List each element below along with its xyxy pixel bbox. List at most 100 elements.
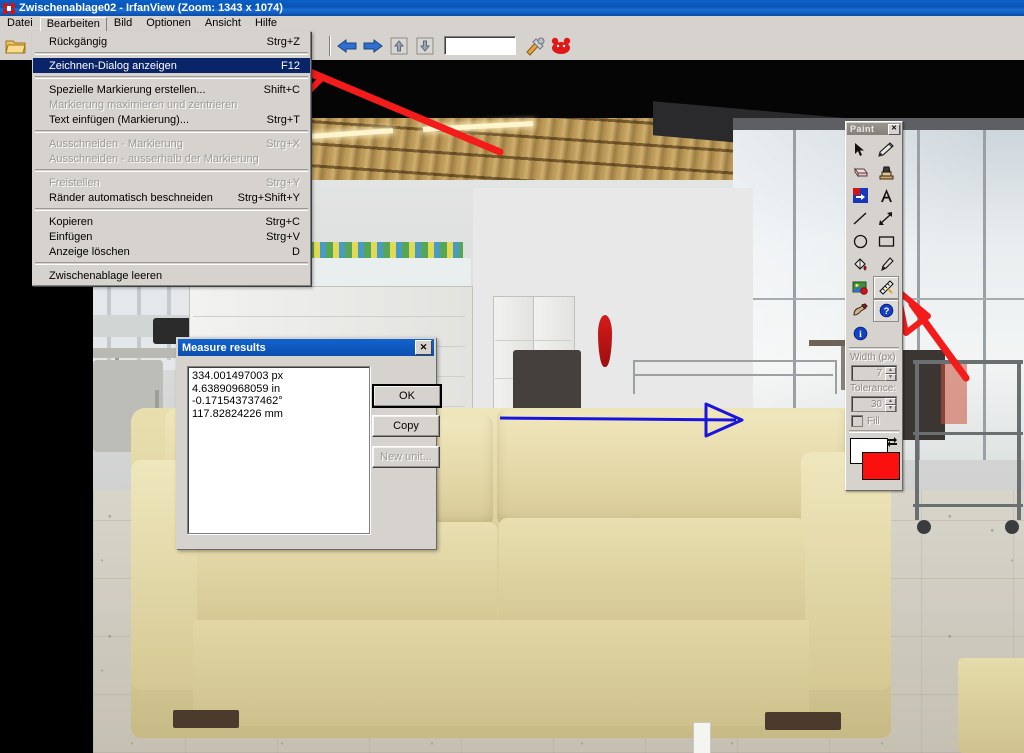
menu-item-label: Freistellen xyxy=(49,176,100,189)
paint-panel-title-bar[interactable]: Paint ✕ xyxy=(847,123,901,135)
paint-toolbox-panel: Paint ✕ ? i Width (px) 7 ▲ ▼ Tolerance: … xyxy=(845,121,903,491)
ok-button[interactable]: OK xyxy=(372,384,442,408)
width-stepper-arrows[interactable]: ▲ ▼ xyxy=(885,367,896,381)
color-picker-icon[interactable] xyxy=(873,253,899,276)
foreground-color-swatch[interactable] xyxy=(862,452,900,480)
line-tool-icon[interactable] xyxy=(847,207,873,230)
tolerance-stepper[interactable]: 30 ▲ ▼ xyxy=(851,396,897,412)
measure-results-dialog: Measure results ✕ 334.001497003 px 4.638… xyxy=(176,337,442,549)
menu-separator xyxy=(35,208,308,211)
stepper-up-icon[interactable]: ▲ xyxy=(885,367,896,374)
svg-text:i: i xyxy=(859,330,862,340)
fill-checkbox-row[interactable]: Fill xyxy=(846,414,902,428)
measure-tool-icon[interactable] xyxy=(873,276,899,299)
menu-item-kopieren[interactable]: Kopieren Strg+C xyxy=(33,214,310,229)
svg-text:?: ? xyxy=(883,306,889,317)
title-bar: Zwischenablage02 - IrfanView (Zoom: 1343… xyxy=(0,0,1024,16)
menu-item-label: Einfügen xyxy=(49,230,93,243)
eraser-icon[interactable] xyxy=(847,161,873,184)
result-line-mm: 117.82824226 mm xyxy=(192,407,283,420)
menu-item-label: Markierung maximieren und zentrieren xyxy=(49,98,238,111)
menu-item-spezielle-markierung-erstellen[interactable]: Spezielle Markierung erstellen... Shift+… xyxy=(33,82,310,97)
edit-dropdown-menu: Rückgängig Strg+Z Zeichnen-Dialog anzeig… xyxy=(32,31,311,286)
new-unit-button: New unit... xyxy=(372,446,440,468)
fill-checkbox[interactable] xyxy=(851,415,863,427)
menu-item-anzeige-loeschen[interactable]: Anzeige löschen D xyxy=(33,244,310,259)
menu-item-text-einfuegen-markierung[interactable]: Text einfügen (Markierung)... Strg+T xyxy=(33,112,310,127)
replace-color-icon[interactable] xyxy=(847,184,873,207)
menu-separator xyxy=(35,130,308,133)
fill-label: Fill xyxy=(867,415,880,427)
toolbar-separator xyxy=(329,35,331,56)
menu-bild[interactable]: Bild xyxy=(107,16,139,31)
width-label: Width (px) xyxy=(850,352,896,363)
menu-item-rueckgaengig[interactable]: Rückgängig Strg+Z xyxy=(33,34,310,49)
menu-ansicht[interactable]: Ansicht xyxy=(198,16,248,31)
back-arrow-icon[interactable] xyxy=(335,34,359,58)
open-folder-icon[interactable] xyxy=(4,34,28,58)
menu-item-zeichnen-dialog-anzeigen[interactable]: Zeichnen-Dialog anzeigen F12 xyxy=(33,58,310,73)
menu-bar: Datei Bearbeiten Bild Optionen Ansicht H… xyxy=(0,16,1024,32)
menu-hilfe[interactable]: Hilfe xyxy=(248,16,284,31)
width-stepper[interactable]: 7 ▲ ▼ xyxy=(851,365,897,381)
menu-item-raender-automatisch-beschneiden[interactable]: Ränder automatisch beschneiden Strg+Shif… xyxy=(33,190,310,205)
pointer-select-icon[interactable] xyxy=(847,138,873,161)
menu-separator xyxy=(35,76,308,79)
text-tool-icon[interactable] xyxy=(873,184,899,207)
result-line-angle: -0.171543737462° xyxy=(192,395,283,407)
menu-datei[interactable]: Datei xyxy=(0,16,40,31)
menu-item-accel: Strg+C xyxy=(265,215,300,228)
menu-item-label: Zwischenablage leeren xyxy=(49,269,163,282)
tolerance-value: 30 xyxy=(870,398,882,410)
tolerance-stepper-arrows[interactable]: ▲ ▼ xyxy=(885,398,896,412)
move-up-icon[interactable] xyxy=(387,34,411,58)
result-line-px: 334.001497003 px xyxy=(192,370,284,382)
blur-smudge-icon[interactable] xyxy=(847,299,873,322)
stepper-down-icon[interactable]: ▼ xyxy=(885,374,896,381)
menu-item-label: Anzeige löschen xyxy=(49,245,130,258)
menu-item-markierung-maximieren-und-zentrieren: Markierung maximieren und zentrieren xyxy=(33,97,310,112)
panel-divider xyxy=(849,430,899,433)
swap-colors-icon[interactable] xyxy=(886,436,898,448)
copy-button[interactable]: Copy xyxy=(372,415,440,437)
menu-item-accel: Strg+Shift+Y xyxy=(237,191,300,204)
ellipse-tool-icon[interactable] xyxy=(847,230,873,253)
arrow-tool-icon[interactable] xyxy=(873,207,899,230)
menu-item-zwischenablage-leeren[interactable]: Zwischenablage leeren xyxy=(33,268,310,283)
close-icon[interactable]: ✕ xyxy=(888,123,900,135)
paint-panel-title: Paint xyxy=(850,124,875,134)
settings-tools-icon[interactable] xyxy=(523,34,547,58)
info-tool-icon[interactable]: i xyxy=(847,322,873,345)
stamp-clone-icon[interactable] xyxy=(873,161,899,184)
menu-bearbeiten[interactable]: Bearbeiten xyxy=(39,16,107,31)
insert-image-icon[interactable] xyxy=(847,276,873,299)
menu-item-einfuegen[interactable]: Einfügen Strg+V xyxy=(33,229,310,244)
close-icon[interactable]: ✕ xyxy=(415,340,432,355)
menu-separator xyxy=(35,169,308,172)
stepper-down-icon[interactable]: ▼ xyxy=(885,405,896,412)
menu-separator xyxy=(35,262,308,265)
menu-item-label: Ausschneiden - Markierung xyxy=(49,137,183,150)
menu-optionen[interactable]: Optionen xyxy=(139,16,198,31)
path-input[interactable] xyxy=(444,36,516,55)
fill-bucket-icon[interactable] xyxy=(847,253,873,276)
help-tool-icon[interactable]: ? xyxy=(873,299,899,322)
irfanview-mascot-icon[interactable] xyxy=(549,34,573,58)
menu-separator xyxy=(35,52,308,55)
measure-results-list[interactable]: 334.001497003 px 4.63890968059 in -0.171… xyxy=(187,366,370,534)
move-down-icon[interactable] xyxy=(413,34,437,58)
menu-item-ausschneiden-markierung: Ausschneiden - Markierung Strg+X xyxy=(33,136,310,151)
pencil-icon[interactable] xyxy=(873,138,899,161)
irfanview-window: Zwischenablage02 - IrfanView (Zoom: 1343… xyxy=(0,0,1024,753)
result-line-in: 4.63890968059 in xyxy=(192,382,281,395)
menu-item-freistellen: Freistellen Strg+Y xyxy=(33,175,310,190)
irfanview-logo-icon xyxy=(2,2,16,15)
dialog-title-bar[interactable]: Measure results ✕ xyxy=(178,339,434,356)
dialog-title: Measure results xyxy=(182,341,266,354)
forward-arrow-icon[interactable] xyxy=(361,34,385,58)
menu-item-label: Rückgängig xyxy=(49,35,108,48)
menu-item-label: Spezielle Markierung erstellen... xyxy=(49,83,206,96)
rectangle-tool-icon[interactable] xyxy=(873,230,899,253)
menu-item-label: Ausschneiden - ausserhalb der Markierung xyxy=(49,152,259,165)
stepper-up-icon[interactable]: ▲ xyxy=(885,398,896,405)
